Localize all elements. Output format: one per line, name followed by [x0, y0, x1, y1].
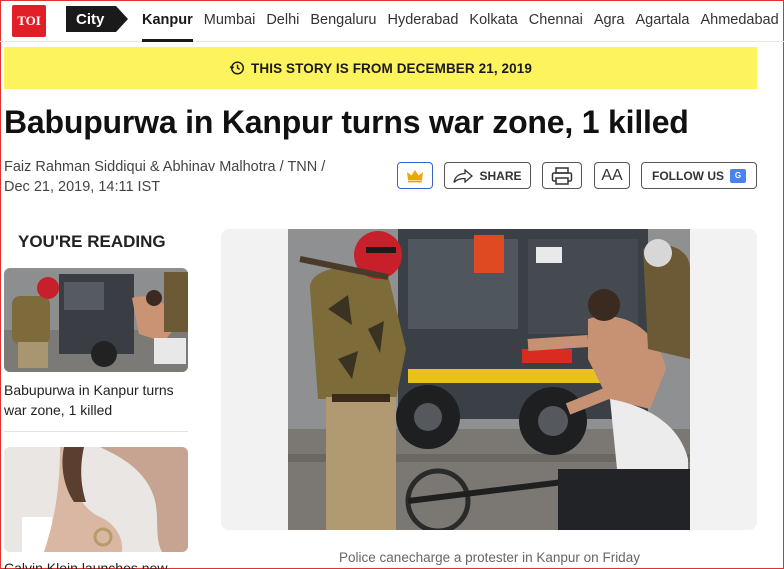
nav-city-kanpur[interactable]: Kanpur	[142, 0, 193, 42]
byline-date: Dec 21, 2019, 14:11 IST	[4, 179, 161, 195]
nav-city-agra[interactable]: Agra	[594, 0, 625, 42]
protest-thumbnail-image	[4, 268, 188, 372]
top-navigation: TOI City Kanpur Mumbai Delhi Bengaluru H…	[0, 0, 784, 42]
lead-photo	[288, 229, 690, 530]
byline-authors: Faiz Rahman Siddiqui & Abhinav Malhotra …	[4, 159, 326, 175]
history-clock-icon	[229, 61, 245, 75]
sidebar-item-thumbnail[interactable]	[4, 447, 188, 552]
follow-us-button[interactable]: FOLLOW US G	[641, 162, 757, 189]
nav-city-delhi[interactable]: Delhi	[266, 0, 299, 42]
model-thumbnail-image	[4, 447, 188, 552]
city-section-tab[interactable]: City	[66, 6, 129, 32]
print-button[interactable]	[542, 162, 582, 189]
photo-caption: Police canecharge a protester in Kanpur …	[339, 550, 640, 565]
archive-story-banner: THIS STORY IS FROM DECEMBER 21, 2019	[4, 47, 757, 89]
nav-city-kolkata[interactable]: Kolkata	[469, 0, 517, 42]
police-canecharge-photo	[288, 229, 690, 530]
sidebar-heading: YOU'RE READING	[18, 232, 166, 251]
share-button[interactable]: SHARE	[444, 162, 531, 189]
nav-city-mumbai[interactable]: Mumbai	[204, 0, 256, 42]
article-headline: Babupurwa in Kanpur turns war zone, 1 ki…	[4, 104, 689, 140]
nav-city-bengaluru[interactable]: Bengaluru	[310, 0, 376, 42]
share-arrow-icon	[453, 168, 474, 183]
sidebar-item-title[interactable]: Babupurwa in Kanpur turns war zone, 1 ki…	[4, 380, 184, 420]
nav-city-chennai[interactable]: Chennai	[529, 0, 583, 42]
nav-city-agartala[interactable]: Agartala	[635, 0, 689, 42]
sidebar-item-thumbnail[interactable]	[4, 268, 188, 372]
sidebar-item-title[interactable]: Calvin Klein launches new	[4, 560, 167, 569]
nav-city-ahmedabad[interactable]: Ahmedabad	[700, 0, 778, 42]
archive-banner-text: THIS STORY IS FROM DECEMBER 21, 2019	[251, 60, 532, 76]
sidebar-divider	[4, 431, 188, 432]
premium-crown-button[interactable]	[397, 162, 433, 189]
font-size-label: AA	[601, 166, 623, 184]
font-size-button[interactable]: AA	[594, 162, 630, 189]
printer-icon	[551, 166, 573, 185]
follow-us-label: FOLLOW US	[652, 168, 724, 183]
crown-icon	[407, 169, 423, 182]
share-label: SHARE	[479, 168, 522, 183]
toi-logo[interactable]: TOI	[12, 5, 46, 37]
city-nav-list: Kanpur Mumbai Delhi Bengaluru Hyderabad …	[142, 0, 784, 42]
google-news-icon: G	[730, 168, 746, 183]
nav-city-hyderabad[interactable]: Hyderabad	[387, 0, 458, 42]
article-byline: Faiz Rahman Siddiqui & Abhinav Malhotra …	[4, 157, 389, 197]
